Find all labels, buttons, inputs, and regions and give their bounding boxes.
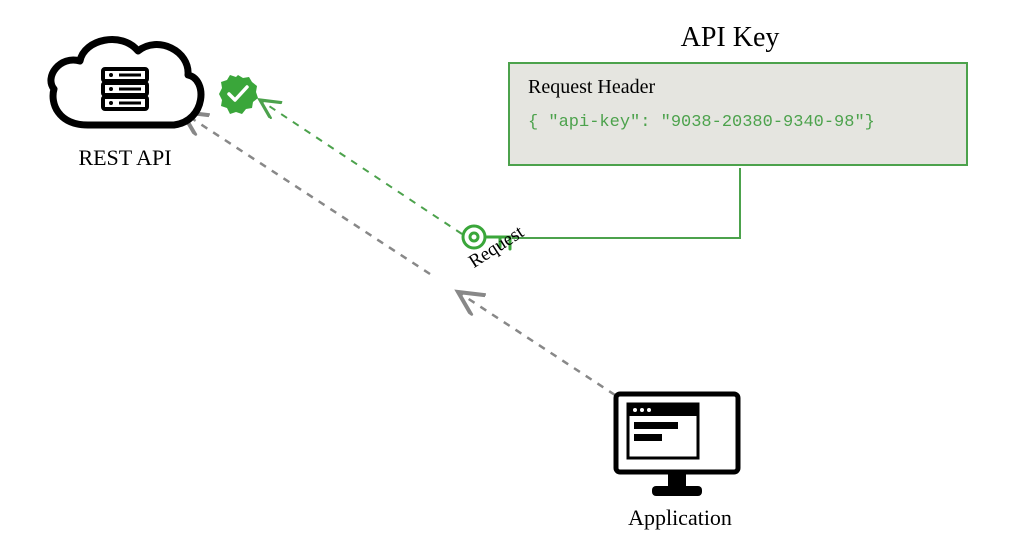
cloud-icon	[40, 25, 210, 140]
request-header-code: { "api-key": "9038-20380-9340-98"}	[528, 113, 948, 132]
monitor-icon	[612, 390, 742, 500]
api-key-title: API Key	[620, 22, 840, 54]
request-header-title: Request Header	[528, 76, 948, 99]
api-key-diagram: REST API API Key Request Header { "api-k…	[0, 0, 1024, 558]
verified-badge-icon	[218, 74, 258, 114]
rest-api-label: REST API	[45, 145, 205, 171]
request-header-box: Request Header { "api-key": "9038-20380-…	[508, 62, 968, 166]
application-label: Application	[605, 505, 755, 531]
